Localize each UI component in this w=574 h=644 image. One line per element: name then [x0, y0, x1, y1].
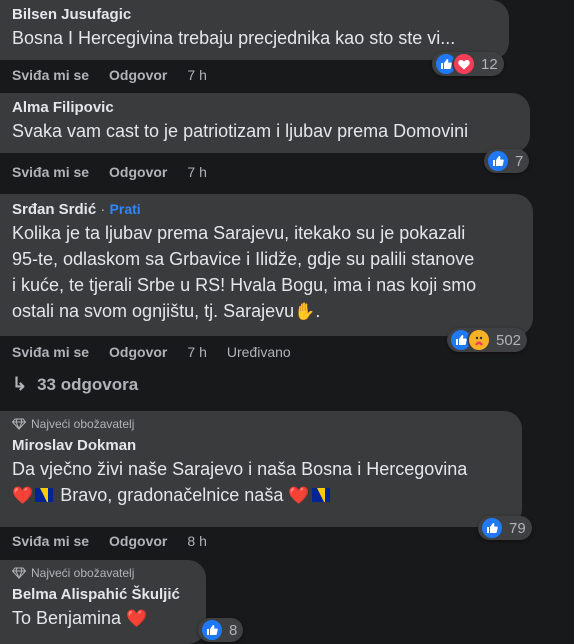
bih-flag [35, 488, 54, 502]
reply-button[interactable]: Odgovor [109, 344, 167, 360]
like-button[interactable]: Sviđa mi se [12, 164, 89, 180]
comment-text: To Benjamina ❤️ [12, 608, 148, 628]
reaction-count: 8 [229, 621, 238, 639]
comment-time[interactable]: 7 h [187, 164, 206, 180]
reaction-summary[interactable]: 12 [432, 52, 504, 76]
comment-text: Bosna I Hercegivina trebaju precjednika … [12, 28, 456, 48]
comment-text-line: i kuće, te tjerali Srbe u RS! Hvala Bogu… [12, 275, 477, 295]
top-fan-label: Najveći obožavatelj [31, 417, 135, 431]
reaction-count: 79 [509, 519, 526, 537]
comment-bubble: Najveći obožavatelj Belma Alispahić Škul… [0, 560, 206, 644]
comment-time[interactable]: 8 h [187, 533, 206, 549]
reaction-count: 12 [481, 55, 498, 73]
reaction-summary[interactable]: 502 [447, 328, 528, 352]
comment-bubble: Srđan Srdić · Prati Kolika je ta ljubav … [0, 194, 533, 336]
like-icon [486, 149, 510, 173]
top-fan-badge: Najveći obožavatelj [12, 416, 510, 432]
comment-author-row: Srđan Srdić · Prati [12, 201, 141, 218]
top-fan-label: Najveći obožavatelj [31, 566, 135, 580]
reaction-summary[interactable]: 8 [198, 618, 244, 642]
comment-author[interactable]: Miroslav Dokman [12, 436, 510, 456]
reply-button[interactable]: Odgovor [109, 67, 167, 83]
like-icon [200, 618, 224, 642]
comment-text-line: ❤️ Bravo, gradonačelnice naša ❤️ [12, 482, 510, 509]
comment-author[interactable]: Belma Alispahić Škuljić [12, 585, 194, 605]
view-replies-link[interactable]: ↳ 33 odgovora [12, 374, 138, 395]
comment-text-line: 95-te, odlaskom sa Grbavice i Ilidže, gd… [12, 249, 475, 269]
bih-flag [311, 488, 330, 502]
comment-text-line: Kolika je ta ljubav prema Sarajevu, itek… [12, 223, 466, 243]
comment-author[interactable]: Alma Filipovic [12, 98, 518, 118]
heart-emoji: ❤️ [126, 609, 148, 628]
comment-bubble: Bilsen Jusufagic Bosna I Hercegivina tre… [0, 0, 509, 60]
comment-author[interactable]: Bilsen Jusufagic [12, 5, 497, 25]
comment-time[interactable]: 7 h [187, 67, 206, 83]
comment-actions: Sviđa mi se Odgovor 7 h [12, 67, 207, 83]
reaction-count: 7 [515, 152, 524, 170]
heart-emoji: ❤️ [12, 486, 34, 505]
diamond-icon [12, 418, 26, 430]
love-icon [452, 52, 476, 76]
reply-button[interactable]: Odgovor [109, 533, 167, 549]
comment-text-line: ostali na svom ognjištu, tj. Sarajevu✋. [12, 301, 321, 321]
care-icon [467, 328, 491, 352]
reaction-summary[interactable]: 7 [484, 149, 530, 173]
like-icon [480, 516, 504, 540]
replies-count: 33 odgovora [37, 374, 139, 394]
diamond-icon [12, 567, 26, 579]
comment-actions: Sviđa mi se Odgovor 7 h [12, 164, 207, 180]
reaction-summary[interactable]: 79 [478, 516, 532, 540]
edited-label: Uređivano [226, 344, 291, 360]
reply-button[interactable]: Odgovor [109, 164, 167, 180]
comment-bubble: Alma Filipovic Svaka vam cast to je patr… [0, 93, 530, 153]
like-button[interactable]: Sviđa mi se [12, 533, 89, 549]
follow-button[interactable]: Prati [110, 201, 141, 217]
comment-time[interactable]: 7 h [187, 344, 206, 360]
top-fan-badge: Najveći obožavatelj [12, 565, 194, 581]
comment-author[interactable]: Srđan Srdić [12, 201, 96, 218]
heart-emoji: ❤️ [288, 486, 310, 505]
comment-text: Svaka vam cast to je patriotizam i ljuba… [12, 121, 469, 141]
reaction-count: 502 [496, 331, 522, 349]
comment-actions: Sviđa mi se Odgovor 7 h Uređivano [12, 344, 291, 360]
reply-arrow-icon: ↳ [12, 374, 28, 394]
comment-text-line: Da vječno živi naše Sarajevo i naša Bosn… [12, 459, 468, 479]
like-button[interactable]: Sviđa mi se [12, 344, 89, 360]
comment-actions: Sviđa mi se Odgovor 8 h [12, 533, 207, 549]
comment-bubble: Najveći obožavatelj Miroslav Dokman Da v… [0, 411, 522, 527]
like-button[interactable]: Sviđa mi se [12, 67, 89, 83]
hand-emoji: ✋ [294, 302, 316, 321]
